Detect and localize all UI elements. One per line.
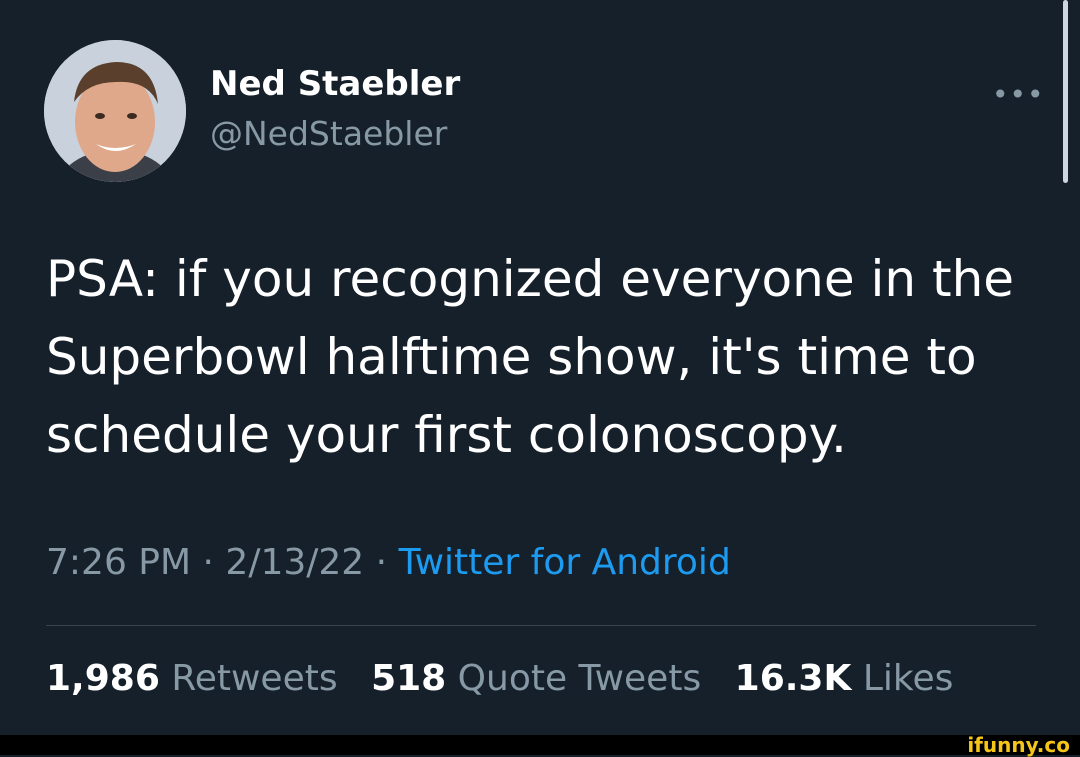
quotes-count: 518 (371, 658, 447, 699)
divider (46, 625, 1036, 626)
quotes-label: Quote Tweets (457, 658, 702, 699)
scrollbar[interactable] (1063, 0, 1068, 183)
watermark-logo: ifunny.co (967, 733, 1070, 757)
tweet-stats: 1,986 Retweets 518 Quote Tweets 16.3K Li… (46, 658, 975, 699)
meta-separator: · (375, 542, 388, 583)
tweet-meta: 7:26 PM · 2/13/22 · Twitter for Android (46, 542, 731, 583)
likes-stat[interactable]: 16.3K Likes (735, 658, 954, 699)
retweets-label: Retweets (171, 658, 338, 699)
retweets-stat[interactable]: 1,986 Retweets (46, 658, 349, 699)
footer-bar (0, 735, 1080, 755)
avatar-image (44, 40, 186, 182)
tweet-date: 2/13/22 (225, 542, 365, 583)
tweet-time: 7:26 PM (46, 542, 192, 583)
retweets-count: 1,986 (46, 658, 160, 699)
tweet-text: PSA: if you recognized everyone in the S… (46, 250, 1015, 464)
more-horizontal-icon[interactable]: ••• (992, 78, 1045, 111)
avatar[interactable] (44, 40, 186, 182)
meta-separator: · (202, 542, 214, 583)
author-name[interactable]: Ned Staebler (210, 64, 460, 104)
author-handle[interactable]: @NedStaebler (210, 114, 447, 153)
quote-tweets-stat[interactable]: 518 Quote Tweets (371, 658, 713, 699)
tweet-source-link[interactable]: Twitter for Android (399, 542, 731, 583)
likes-label: Likes (862, 658, 954, 699)
likes-count: 16.3K (734, 658, 852, 699)
